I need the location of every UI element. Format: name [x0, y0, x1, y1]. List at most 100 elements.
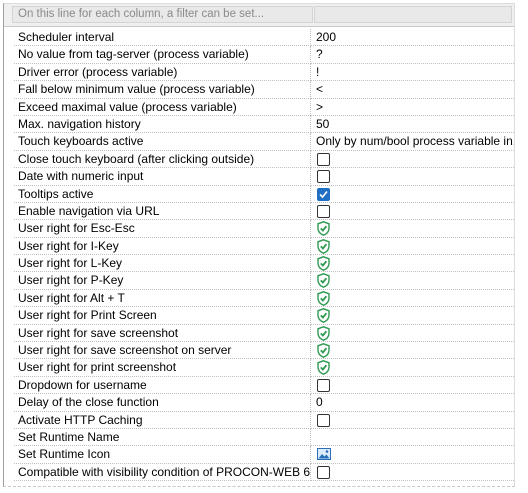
property-row[interactable]: Fall below minimum value (process variab…	[4, 81, 514, 99]
property-value[interactable]	[311, 272, 514, 290]
property-value[interactable]	[311, 186, 514, 203]
property-row[interactable]: Dropdown for username	[4, 376, 514, 395]
shield-check-icon[interactable]	[317, 325, 330, 341]
property-name: User right for I-Key	[14, 237, 311, 256]
property-value[interactable]: >	[311, 99, 514, 116]
checkbox[interactable]	[317, 170, 330, 184]
property-name: User right for save screenshot	[14, 324, 311, 343]
property-row[interactable]: Exceed maximal value (process variable) >	[4, 98, 514, 116]
shield-check-icon[interactable]	[317, 290, 330, 306]
property-row[interactable]: Activate HTTP Caching	[4, 411, 514, 429]
filter-placeholder: On this line for each column, a filter c…	[18, 8, 265, 20]
filter-cell-name[interactable]: On this line for each column, a filter c…	[12, 6, 313, 23]
shield-check-icon[interactable]	[317, 238, 330, 254]
property-name: Close touch keyboard (after clicking out…	[14, 150, 311, 169]
property-value-text: !	[316, 64, 320, 79]
property-row[interactable]: User right for P-Key	[4, 272, 514, 290]
property-row[interactable]: Driver error (process variable)!	[4, 63, 514, 82]
property-name: No value from tag-server (process variab…	[14, 46, 311, 64]
shield-check-icon[interactable]	[317, 273, 330, 289]
property-name: Dropdown for username	[14, 376, 311, 395]
property-value[interactable]: !	[311, 64, 514, 82]
property-row[interactable]: Date with numeric input	[4, 168, 514, 186]
property-value[interactable]	[311, 359, 514, 377]
property-name: User right for L-Key	[14, 255, 311, 273]
property-name: Compatible with visibility condition of …	[14, 463, 311, 482]
property-name: Driver error (process variable)	[14, 63, 311, 82]
property-value[interactable]	[311, 342, 514, 360]
property-row[interactable]: Close touch keyboard (after clicking out…	[4, 150, 514, 169]
row-gutter	[4, 307, 14, 324]
property-row[interactable]: User right for save screenshot on server	[4, 342, 514, 360]
property-row[interactable]: Max. navigation history 50	[4, 115, 514, 134]
image-icon[interactable]	[317, 448, 331, 462]
property-row[interactable]: User right for I-Key	[4, 237, 514, 256]
property-value[interactable]	[311, 325, 514, 343]
row-gutter	[4, 255, 14, 272]
property-value[interactable]: ?	[311, 46, 514, 64]
property-row[interactable]: Tooltips active	[4, 185, 514, 203]
property-row[interactable]: User right for print screenshot	[4, 359, 514, 377]
property-row[interactable]: No value from tag-server (process variab…	[4, 46, 514, 64]
row-gutter	[4, 290, 14, 307]
row-gutter	[4, 394, 14, 411]
property-name: Touch keyboards active	[14, 133, 311, 151]
property-row[interactable]: User right for L-Key	[4, 255, 514, 273]
property-row[interactable]: User right for Print Screen	[4, 307, 514, 325]
checkbox[interactable]	[317, 378, 330, 392]
property-value[interactable]: 50	[311, 116, 514, 134]
property-value[interactable]	[311, 238, 514, 256]
property-value[interactable]	[311, 429, 514, 447]
property-row[interactable]: Set Runtime Icon	[4, 446, 514, 464]
property-row[interactable]: User right for Alt + T	[4, 289, 514, 308]
checkbox-checked[interactable]	[317, 187, 330, 201]
row-gutter	[4, 377, 14, 394]
shield-check-icon[interactable]	[317, 308, 330, 324]
property-value-text: 50	[316, 116, 330, 131]
property-value[interactable]	[311, 464, 514, 482]
property-value[interactable]: <	[311, 81, 514, 99]
property-value-text: >	[316, 99, 324, 114]
row-gutter	[4, 446, 14, 463]
property-value[interactable]	[311, 203, 514, 221]
row-gutter	[4, 81, 14, 98]
property-value-text: <	[316, 82, 324, 97]
filter-cell-value[interactable]	[314, 6, 512, 23]
row-gutter	[4, 46, 14, 63]
checkbox[interactable]	[317, 413, 330, 427]
shield-check-icon[interactable]	[317, 256, 330, 272]
row-gutter	[4, 429, 14, 446]
property-row[interactable]: Delay of the close function 0	[4, 394, 514, 412]
property-value[interactable]	[311, 307, 514, 325]
property-row[interactable]: User right for save screenshot	[4, 324, 514, 343]
property-name: User right for Alt + T	[14, 289, 311, 308]
property-row[interactable]: Enable navigation via URL	[4, 202, 514, 221]
property-row[interactable]: Compatible with visibility condition of …	[4, 463, 514, 482]
property-value-text: Only by num/bool process variable in...	[316, 134, 514, 149]
checkbox[interactable]	[317, 204, 330, 218]
property-value[interactable]	[311, 290, 514, 308]
property-row[interactable]: Set Runtime Name	[4, 428, 514, 447]
property-value[interactable]	[311, 220, 514, 238]
property-name: User right for Esc-Esc	[14, 220, 311, 238]
checkbox[interactable]	[317, 465, 330, 479]
row-gutter	[4, 272, 14, 289]
property-value[interactable]: Only by num/bool process variable in...	[311, 133, 514, 151]
shield-check-icon[interactable]	[317, 343, 330, 358]
shield-check-icon[interactable]	[317, 360, 330, 376]
property-value[interactable]	[311, 377, 514, 395]
property-value[interactable]: 0	[311, 394, 514, 412]
property-value[interactable]	[311, 168, 514, 186]
property-value[interactable]: 200	[311, 29, 514, 47]
property-value[interactable]	[311, 255, 514, 273]
row-gutter	[4, 238, 14, 255]
shield-check-icon[interactable]	[317, 221, 330, 237]
property-row[interactable]: User right for Esc-Esc	[4, 220, 514, 238]
property-value[interactable]	[311, 446, 514, 464]
property-row[interactable]: Scheduler interval 200	[4, 29, 514, 47]
property-name: Fall below minimum value (process variab…	[14, 81, 311, 99]
property-value[interactable]	[311, 412, 514, 429]
checkbox[interactable]	[317, 152, 330, 166]
property-value[interactable]	[311, 151, 514, 169]
property-row[interactable]: Touch keyboards active Only by num/bool p…	[4, 133, 514, 151]
